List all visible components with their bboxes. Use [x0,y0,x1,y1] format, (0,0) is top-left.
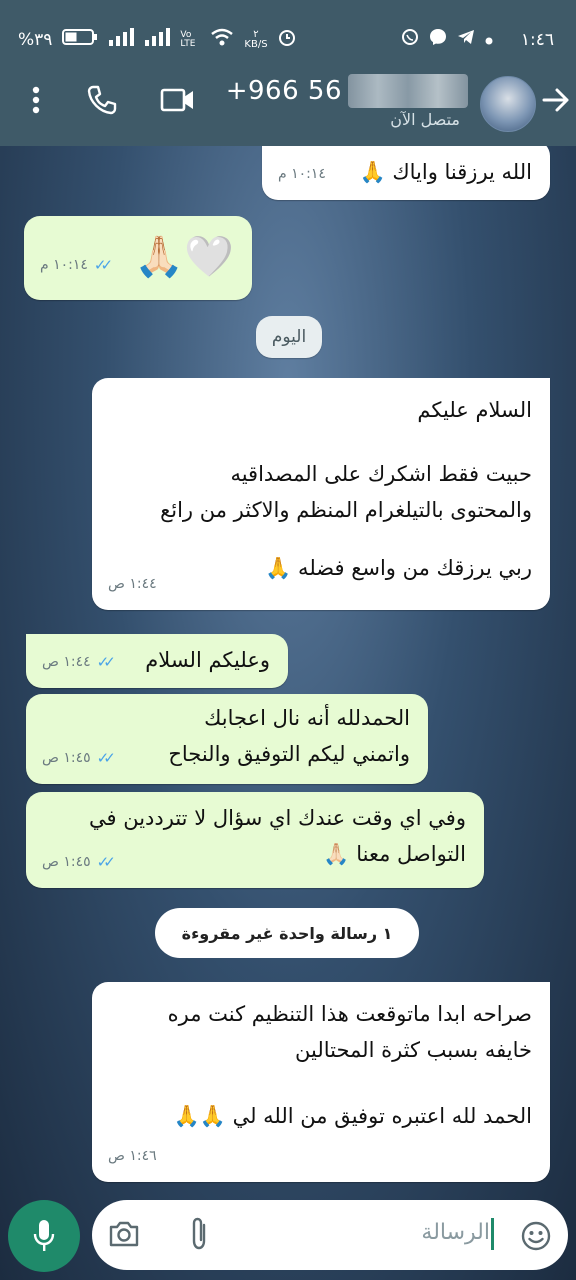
message-time: ١:٤٥ ص [42,750,91,766]
message-line: حبيت فقط اشكرك على المصداقيه [230,462,532,486]
message-line: والمحتوى بالتيلغرام المنظم والاكثر من را… [160,498,532,522]
message-outgoing[interactable]: الحمدلله أنه نال اعجابك واتمني ليكم التو… [26,694,428,784]
telegram-notif-icon [457,28,475,51]
date-pill: اليوم [256,316,322,358]
text-caret [491,1218,494,1250]
status-left: %٣٩ Vo LTE ٢ KB/S [18,28,296,51]
battery-icon [62,28,98,51]
back-arrow-icon[interactable] [536,80,576,120]
more-vert-icon[interactable] [16,80,56,120]
messenger-notif-icon [429,28,447,51]
signal-icon-2 [144,28,171,51]
battery-percent: %٣٩ [18,29,53,50]
message-line: ربي يرزقك من واسع فضله 🙏 [265,556,532,580]
voice-call-icon[interactable] [82,80,122,120]
message-incoming[interactable]: صراحه ابدا ماتوقعت هذا التنظيم كنت مره خ… [92,982,550,1182]
avatar[interactable] [480,76,536,132]
message-text: الله يرزقنا واياك 🙏 [359,160,533,184]
dot-icon [485,30,493,50]
message-time: ١:٤٥ ص [42,854,91,870]
message-outgoing[interactable]: وفي اي وقت عندك اي سؤال لا تترددين في ال… [26,792,484,888]
camera-icon[interactable] [108,1220,140,1252]
volte-label: Vo LTE [180,29,196,49]
mic-icon [33,1220,55,1251]
message-incoming[interactable]: الله يرزقنا واياك 🙏 ١٠:١٤ م [262,140,550,200]
input-bar: الرسالة [0,1196,576,1280]
read-ticks-icon: ✓✓ [96,749,116,767]
chat-header: +966 56 متصل الآن [0,62,576,146]
message-text: 🤍🙏🏻 [134,234,234,280]
contact-number-prefix: +966 56 [225,76,342,106]
message-time: ١٠:١٤ م [40,257,88,273]
message-meta: ✓✓ ١:٤٤ ص [42,644,116,680]
message-meta: ١:٤٦ ص [108,1138,157,1174]
unread-messages-pill: ١ رسالة واحدة غير مقروءة [155,908,419,958]
read-ticks-icon: ✓✓ [96,653,116,671]
message-line: وفي اي وقت عندك اي سؤال لا تترددين في [89,806,466,830]
message-meta: ١:٤٤ ص [108,566,157,602]
message-text: وعليكم السلام [145,648,270,672]
message-input[interactable]: الرسالة [92,1200,568,1270]
contact-name[interactable]: +966 56 [226,74,468,108]
status-right: ١:٤٦ [401,28,554,51]
status-time: ١:٤٦ [520,29,554,50]
alarm-icon [278,28,296,51]
message-time: ١:٤٤ ص [108,576,157,592]
message-meta: ✓✓ ١٠:١٤ م [40,238,113,292]
read-ticks-icon: ✓✓ [93,256,113,274]
message-line: السلام عليكم [417,398,532,422]
wifi-icon [210,28,234,51]
message-line: خايفه بسبب كثرة المحتالين [295,1038,532,1062]
contact-status: متصل الآن [390,110,460,129]
emoji-icon[interactable] [520,1220,552,1256]
signal-icon [108,28,135,51]
message-meta: ✓✓ ١:٤٥ ص [42,844,116,880]
message-incoming[interactable]: السلام عليكم حبيت فقط اشكرك على المصداقي… [92,378,550,610]
redacted-number [348,74,468,108]
network-speed: ٢ KB/S [244,28,268,50]
message-time: ١:٤٦ ص [108,1148,157,1164]
input-placeholder: الرسالة [421,1220,490,1245]
whatsapp-notif-icon [401,28,419,51]
message-time: ١٠:١٤ م [278,166,326,182]
message-line: صراحه ابدا ماتوقعت هذا التنظيم كنت مره [167,1002,532,1026]
message-meta: ١٠:١٤ م [278,156,326,192]
message-outgoing[interactable]: وعليكم السلام ✓✓ ١:٤٤ ص [26,634,288,688]
message-time: ١:٤٤ ص [42,654,91,670]
message-line: الحمدلله أنه نال اعجابك [204,706,410,730]
read-ticks-icon: ✓✓ [96,853,116,871]
mic-button[interactable] [8,1200,80,1272]
message-outgoing[interactable]: 🤍🙏🏻 ✓✓ ١٠:١٤ م [24,216,252,300]
message-line: الحمد لله اعتبره توفيق من الله لي 🙏🙏 [173,1104,532,1128]
attach-icon[interactable] [188,1216,210,1256]
video-call-icon[interactable] [158,80,198,120]
message-meta: ✓✓ ١:٤٥ ص [42,740,116,776]
chat-area[interactable]: الله يرزقنا واياك 🙏 ١٠:١٤ م 🤍🙏🏻 ✓✓ ١٠:١٤ … [0,140,576,1196]
